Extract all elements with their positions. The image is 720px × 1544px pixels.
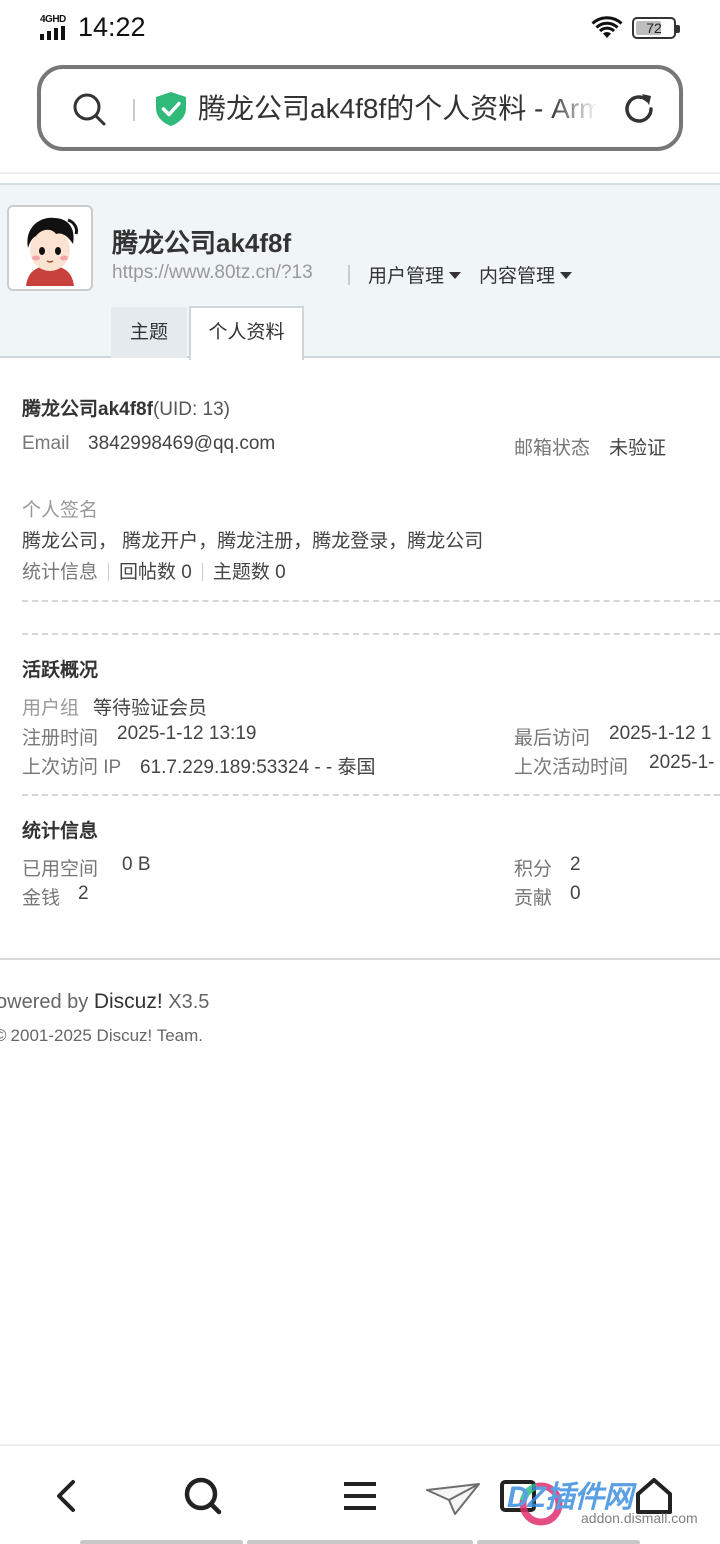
last-visit-value: 2025-1-12 1	[609, 723, 712, 744]
search-button[interactable]	[179, 1472, 227, 1520]
activity-heading: 活跃概况	[22, 660, 99, 681]
profile-name-line: 腾龙公司ak4f8f(UID: 13)	[22, 394, 230, 421]
powered-prefix: owered by	[0, 991, 94, 1013]
battery-icon: 72	[632, 17, 680, 39]
divider	[108, 563, 110, 581]
copyright: © 2001-2025 Discuz! Team.	[0, 1026, 203, 1045]
statistics-heading: 统计信息	[22, 821, 99, 842]
watermark-domain: addon.dismall.com	[581, 1510, 698, 1526]
powered-version: X3.5	[162, 991, 210, 1013]
credits-label: 积分	[514, 859, 553, 880]
cellular-signal-icon: 4GHD	[40, 14, 72, 40]
search-icon	[184, 1477, 222, 1515]
powered-by: owered by Discuz! X3.5	[0, 990, 209, 1014]
discuz-link[interactable]: Discuz!	[94, 990, 163, 1013]
reload-icon[interactable]	[619, 89, 659, 129]
profile-username: 腾龙公司ak4f8f	[112, 228, 292, 258]
avatar-cartoon-icon	[12, 210, 88, 286]
header-divider	[348, 265, 350, 285]
tab-topics[interactable]: 主题	[111, 307, 187, 358]
caret-down-icon	[560, 272, 573, 279]
gesture-bar	[247, 1540, 473, 1544]
stats-label: 统计信息	[22, 562, 99, 583]
avatar[interactable]	[7, 205, 93, 291]
contribution-label: 贡献	[514, 888, 553, 909]
chevron-left-icon	[57, 1480, 75, 1512]
signature-text: 腾龙公司， 腾龙开户，腾龙注册，腾龙登录，腾龙公司	[22, 531, 484, 552]
last-active-value: 2025-1-	[649, 752, 715, 773]
copyright-text: 2001-2025 Discuz! Team.	[10, 1026, 203, 1045]
gesture-bar	[477, 1540, 640, 1544]
user-manage-label: 用户管理	[368, 266, 445, 287]
menu-button[interactable]	[336, 1472, 384, 1520]
wifi-icon	[591, 16, 623, 38]
divider	[0, 172, 720, 174]
email-label: Email	[22, 433, 70, 454]
mail-status-value: 未验证	[609, 438, 667, 459]
stats-line: 统计信息 回帖数 0 主题数 0	[22, 557, 286, 584]
last-ip-label: 上次访问 IP	[22, 757, 122, 778]
watermark: DZ插件网 addon.dismall.com	[425, 1466, 715, 1530]
user-group-label: 用户组	[22, 698, 80, 719]
profile-uid: (UID: 13)	[152, 399, 231, 420]
dashed-divider	[22, 600, 720, 602]
dashed-divider	[22, 794, 720, 796]
clock: 14:22	[78, 12, 146, 42]
credits-value: 2	[570, 854, 581, 875]
content-manage-label: 内容管理	[479, 266, 556, 287]
reg-time-label: 注册时间	[22, 728, 99, 749]
content-manage-dropdown[interactable]: 内容管理	[479, 261, 573, 288]
dashed-divider	[22, 633, 720, 635]
topic-count: 主题数 0	[212, 562, 286, 583]
battery-level: 72	[646, 20, 662, 36]
last-visit-label: 最后访问	[514, 728, 591, 749]
search-icon[interactable]	[71, 91, 107, 127]
reg-time-value: 2025-1-12 13:19	[117, 723, 257, 744]
user-manage-dropdown[interactable]: 用户管理	[368, 261, 462, 288]
tab-profile[interactable]: 个人资料	[189, 306, 304, 360]
profile-site-url[interactable]: https://www.80tz.cn/?13	[112, 262, 313, 284]
address-divider	[133, 99, 135, 121]
used-space-label: 已用空间	[22, 859, 99, 880]
footer-divider	[0, 958, 720, 960]
mail-status-label: 邮箱状态	[514, 438, 591, 459]
profile-header: 腾龙公司ak4f8f https://www.80tz.cn/?13 用户管理 …	[0, 183, 720, 360]
email-value: 3842998469@qq.com	[88, 433, 276, 454]
caret-down-icon	[449, 272, 462, 279]
last-active-label: 上次活动时间	[514, 757, 629, 778]
reply-count: 回帖数 0	[119, 562, 192, 583]
user-group-value[interactable]: 等待验证会员	[93, 693, 207, 720]
money-value: 2	[78, 883, 89, 904]
profile-name: 腾龙公司ak4f8f	[22, 399, 153, 420]
money-label: 金钱	[22, 888, 61, 909]
status-bar: 4GHD 14:22 72	[0, 0, 720, 58]
back-button[interactable]	[43, 1472, 91, 1520]
contribution-value: 0	[570, 883, 581, 904]
paper-plane-icon	[426, 1483, 480, 1515]
signature-label: 个人签名	[22, 500, 99, 521]
hamburger-menu-icon	[344, 1482, 376, 1510]
network-type: 4GHD	[40, 14, 66, 25]
security-shield-icon[interactable]	[154, 91, 188, 127]
address-bar[interactable]: 腾龙公司ak4f8f的个人资料 - Arm	[37, 65, 683, 151]
used-space-value: 0 B	[122, 854, 151, 875]
page-title-in-address-bar[interactable]: 腾龙公司ak4f8f的个人资料 - Arm	[198, 89, 598, 129]
gesture-bar	[80, 1540, 243, 1544]
last-ip-value: 61.7.229.189:53324 - - 泰国	[140, 757, 376, 778]
divider	[201, 563, 203, 581]
